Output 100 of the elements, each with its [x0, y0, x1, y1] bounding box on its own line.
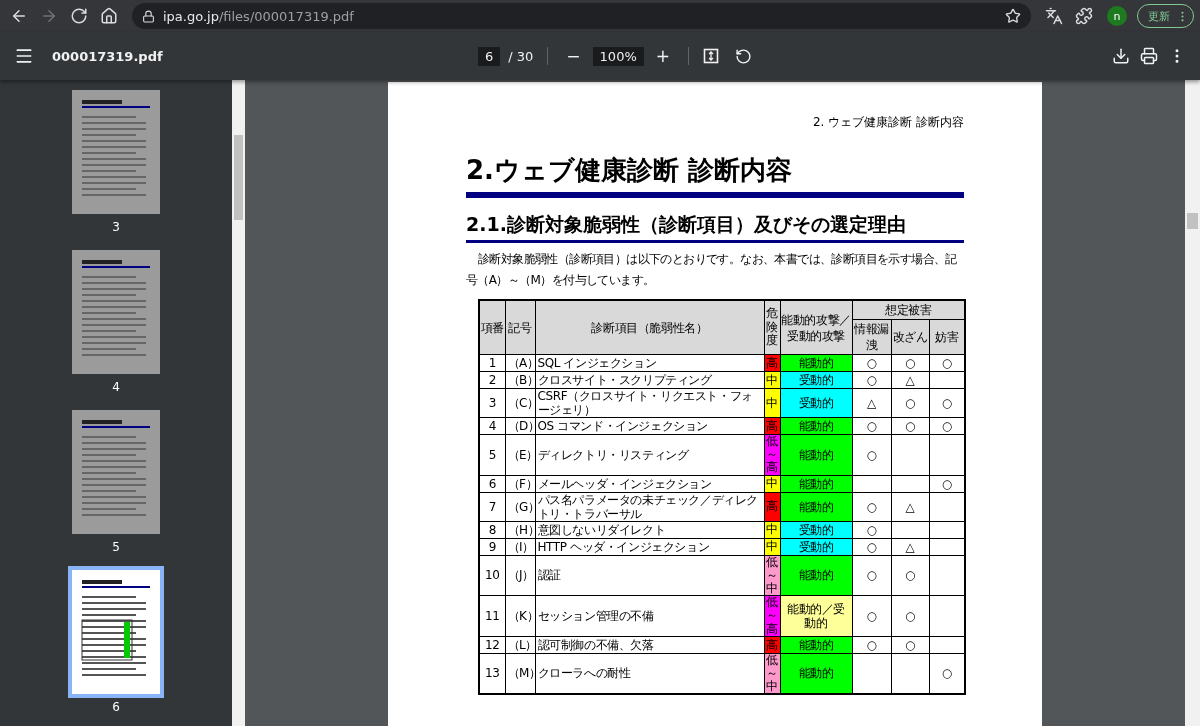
page-total: / 30 — [508, 48, 534, 64]
column-header: 診断項目（脆弱性名） — [535, 300, 764, 355]
star-icon[interactable] — [1005, 8, 1021, 24]
table-cell — [852, 475, 891, 493]
table-cell: メールヘッダ・インジェクション — [535, 475, 764, 493]
table-cell: 11 — [479, 595, 505, 637]
table-cell: ○ — [852, 434, 891, 476]
table-cell: △ — [891, 492, 929, 522]
table-cell: ○ — [891, 354, 929, 372]
attack-cell: 能動的 — [780, 555, 852, 596]
table-cell: △ — [891, 538, 929, 556]
table-cell: 9 — [479, 538, 505, 556]
table-cell: （E） — [505, 434, 535, 476]
table-cell: ○ — [852, 492, 891, 522]
rotate-icon[interactable] — [735, 47, 752, 65]
column-header: 能動的攻撃／受動的攻撃 — [780, 300, 852, 355]
table-cell: ○ — [891, 636, 929, 654]
table-cell: 12 — [479, 636, 505, 654]
table-cell: 2 — [479, 371, 505, 389]
table-cell: 5 — [479, 434, 505, 476]
attack-cell: 能動的 — [780, 653, 852, 695]
file-name: 000017319.pdf — [52, 48, 164, 64]
zoom-field[interactable]: 100% — [592, 46, 644, 66]
page-thumbnail[interactable] — [72, 570, 160, 694]
table-cell: 10 — [479, 555, 505, 596]
table-cell: △ — [852, 388, 891, 418]
table-cell: （L） — [505, 636, 535, 654]
running-header: 2. ウェブ健康診断 診断内容 — [811, 114, 964, 131]
table-cell: ○ — [852, 417, 891, 435]
attack-cell: 能動的 — [780, 492, 852, 522]
table-cell: セッション管理の不備 — [535, 595, 764, 637]
table-cell: ○ — [852, 555, 891, 596]
table-cell: ○ — [891, 417, 929, 435]
table-cell: （K） — [505, 595, 535, 637]
table-cell: パス名パラメータの未チェック／ディレクトリ・トラバーサル — [535, 492, 764, 522]
table-cell: ○ — [852, 371, 891, 389]
table-cell: △ — [891, 371, 929, 389]
table-cell: （C） — [505, 388, 535, 418]
table-cell: ○ — [852, 636, 891, 654]
table-cell: ○ — [852, 521, 891, 539]
url-text: ipa.go.jp/files/000017319.pdf — [163, 8, 354, 24]
page-thumbnail[interactable] — [72, 250, 160, 374]
table-cell: 3 — [479, 388, 505, 418]
table-cell — [891, 475, 929, 493]
table-cell: ○ — [852, 354, 891, 372]
table-cell: 認証 — [535, 555, 764, 596]
paragraph: 診断対象脆弱性（診断項目）は以下のとおりです。なお、本書では、診断項目を示す場合、記号（A）～（M）を付与しています。 — [466, 251, 958, 289]
table-cell: （D） — [505, 417, 535, 435]
table-cell: （B） — [505, 371, 535, 389]
table-cell: ○ — [891, 388, 929, 418]
attack-cell: 能動的 — [780, 434, 852, 476]
table-cell: SQL インジェクション — [535, 354, 764, 372]
table-cell: （I） — [505, 538, 535, 556]
page-label: 5 — [112, 540, 120, 554]
page-title: 2.ウェブ健康診断 診断内容 — [466, 153, 964, 198]
zoom-in-button[interactable]: + — [651, 46, 674, 66]
table-cell — [891, 521, 929, 539]
column-header: 想定被害 — [852, 300, 965, 320]
table-cell — [891, 434, 929, 476]
table-cell: 7 — [479, 492, 505, 522]
table-cell: ○ — [891, 595, 929, 637]
attack-cell: 受動的 — [780, 388, 852, 418]
page-number-field[interactable]: 6 — [478, 46, 501, 66]
table-cell: （F） — [505, 475, 535, 493]
page-label: 4 — [112, 380, 120, 394]
table-cell: 8 — [479, 521, 505, 539]
table-cell: 認可制御の不備、欠落 — [535, 636, 764, 654]
zoom-out-button[interactable]: − — [562, 46, 585, 66]
column-header: 記号 — [505, 300, 535, 355]
table-cell: ○ — [852, 538, 891, 556]
table-cell: （A） — [505, 354, 535, 372]
table-cell: 1 — [479, 354, 505, 372]
fit-page-icon[interactable] — [703, 48, 719, 64]
column-header: 項番 — [479, 300, 505, 355]
download-icon[interactable] — [1112, 47, 1130, 65]
scrollbar[interactable] — [232, 80, 245, 726]
scrollbar[interactable] — [1185, 80, 1200, 726]
table-cell: ○ — [891, 555, 929, 596]
table-cell: ディレクトリ・リスティング — [535, 434, 764, 476]
table-cell: （H） — [505, 521, 535, 539]
menu-icon[interactable] — [14, 46, 34, 66]
table-cell: クロスサイト・スクリプティング — [535, 371, 764, 389]
page-label: 3 — [112, 220, 120, 234]
table-cell: （G） — [505, 492, 535, 522]
lock-icon — [142, 9, 155, 23]
table-cell: 4 — [479, 417, 505, 435]
page-thumbnail[interactable] — [72, 90, 160, 214]
table-cell: 6 — [479, 475, 505, 493]
table-cell: CSRF（クロスサイト・リクエスト・フォージェリ） — [535, 388, 764, 418]
table-cell: HTTP ヘッダ・インジェクション — [535, 538, 764, 556]
profile-avatar[interactable]: n — [1107, 6, 1127, 26]
table-cell: （J） — [505, 555, 535, 596]
address-bar[interactable]: ipa.go.jp/files/000017319.pdf — [132, 3, 1031, 29]
print-icon[interactable] — [1140, 47, 1158, 65]
table-cell: OS コマンド・インジェクション — [535, 417, 764, 435]
table-cell: 意図しないリダイレクト — [535, 521, 764, 539]
page-thumbnail[interactable] — [72, 410, 160, 534]
page-label: 6 — [112, 700, 120, 714]
section-heading: 2.1.診断対象脆弱性（診断項目）及びその選定理由 — [466, 212, 964, 243]
table-cell: ○ — [852, 595, 891, 637]
